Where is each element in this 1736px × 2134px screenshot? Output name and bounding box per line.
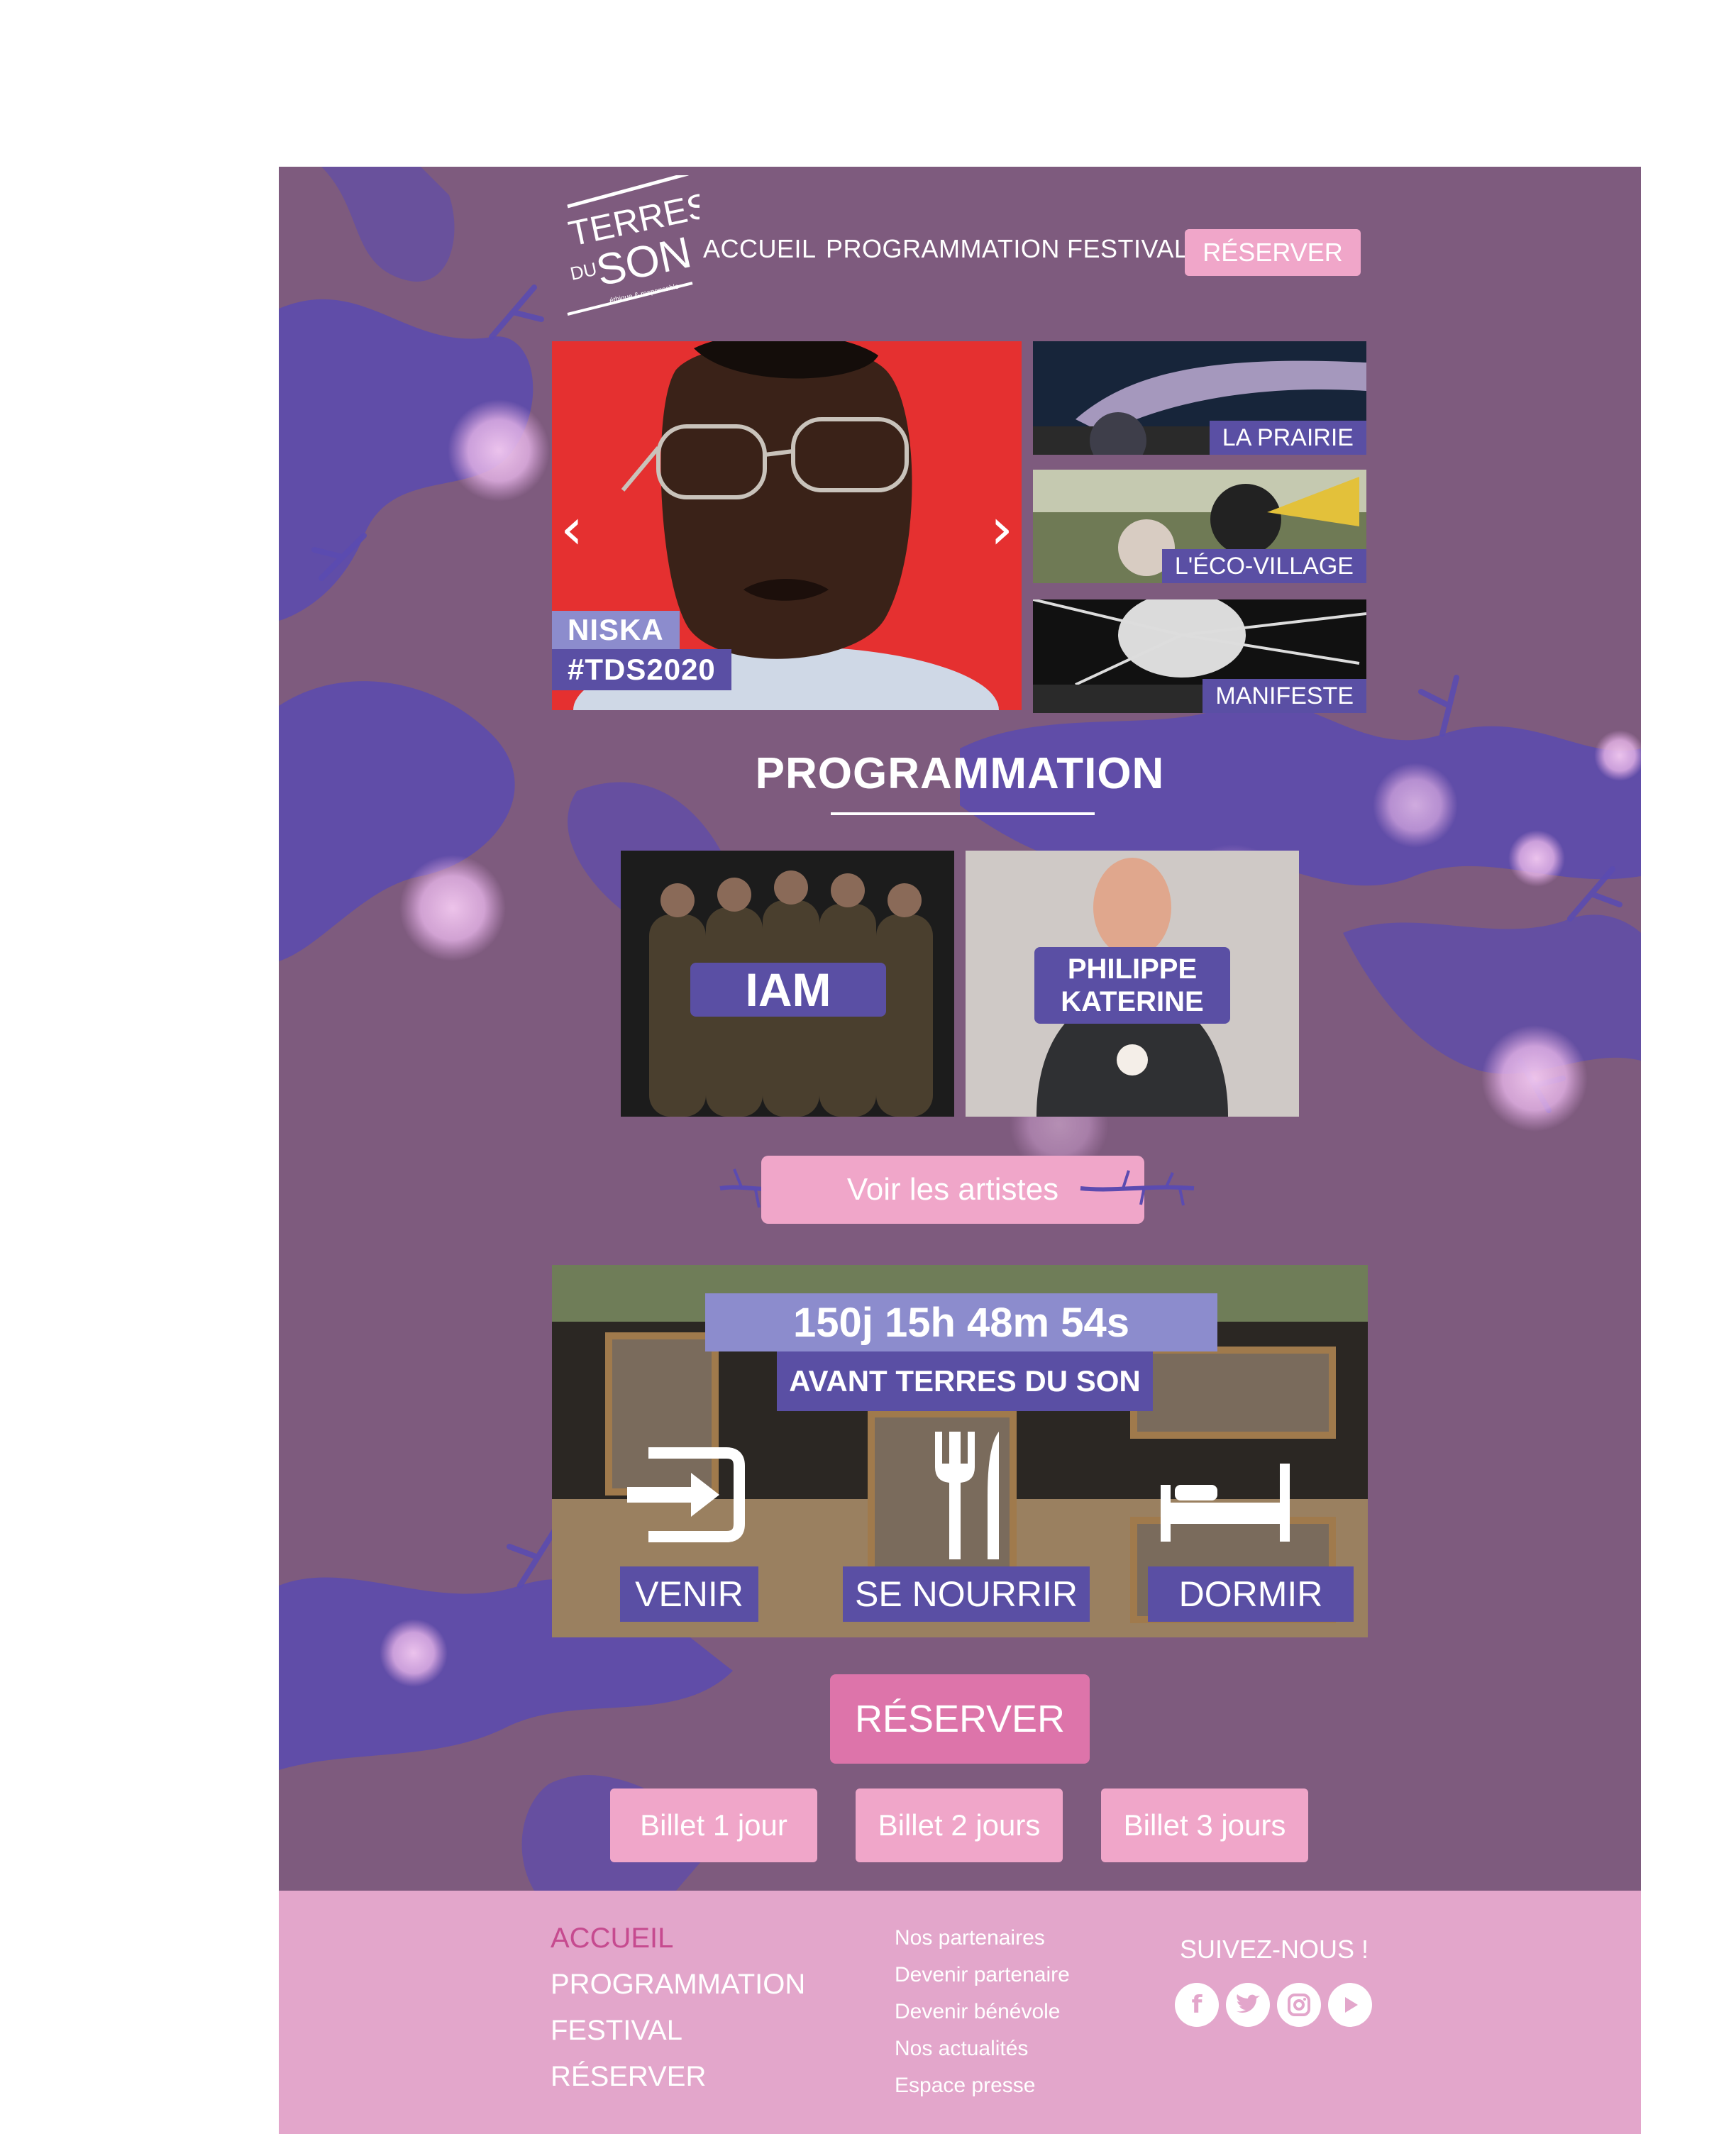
thumb-label: LA PRAIRIE [1209, 421, 1366, 455]
thumb-label: L'ÉCO-VILLAGE [1161, 549, 1366, 583]
enter-icon[interactable] [620, 1439, 752, 1551]
youtube-play-glyph [1345, 1997, 1358, 2013]
follow-us-label: SUIVEZ-NOUS ! [1180, 1935, 1369, 1964]
bed-icon[interactable] [1161, 1464, 1290, 1542]
se-nourrir-button[interactable]: SE NOURRIR [843, 1566, 1090, 1622]
chevron-left-icon[interactable]: ‹ [560, 501, 583, 558]
hero-hashtag: #TDS2020 [552, 649, 731, 690]
artist-name-line1: PHILIPPE [1067, 953, 1198, 985]
ticket-3-days-button[interactable]: Billet 3 jours [1101, 1789, 1308, 1862]
thumb-manifeste[interactable]: MANIFESTE [1033, 599, 1366, 713]
footer-link-devenir-benevole[interactable]: Devenir bénévole [895, 2000, 1060, 2024]
logo-graphic: TERRES DU SON éthique & responsable [565, 172, 714, 316]
youtube-icon[interactable] [1328, 1983, 1372, 2027]
ticket-2-days-button[interactable]: Billet 2 jours [856, 1789, 1063, 1862]
programmation-title: PROGRAMMATION [755, 749, 1165, 798]
twitter-bird-glyph [1237, 1994, 1260, 2013]
countdown-block: 150j 15h 48m 54s AVANT TERRES DU SON VEN… [552, 1265, 1368, 1637]
title-underline [831, 812, 1095, 815]
dormir-button[interactable]: DORMIR [1148, 1566, 1354, 1622]
footer-nav-programmation[interactable]: PROGRAMMATION [551, 1969, 805, 2001]
nav-accueil[interactable]: ACCUEIL [703, 234, 817, 264]
chevron-right-icon[interactable]: › [990, 501, 1013, 558]
instagram-icon[interactable] [1277, 1983, 1321, 2027]
page-frame: TERRES DU SON éthique & responsable ACCU… [279, 167, 1641, 2134]
nav-festival[interactable]: FESTIVAL [1067, 234, 1188, 264]
terres-du-son-logo[interactable]: TERRES DU SON éthique & responsable [558, 172, 714, 317]
artist-name-line2: KATERINE [1061, 986, 1204, 1017]
facebook-icon[interactable]: f [1175, 1983, 1219, 2027]
artist-name-philippe-katerine: PHILIPPE KATERINE [1034, 947, 1230, 1024]
fork-knife-icon[interactable] [928, 1432, 1013, 1559]
hero-artist-name: NISKA [552, 611, 680, 649]
footer-link-espace-presse[interactable]: Espace presse [895, 2074, 1035, 2098]
countdown-subtitle: AVANT TERRES DU SON [777, 1351, 1153, 1411]
countdown-timer: 150j 15h 48m 54s [705, 1293, 1217, 1351]
hero-slider[interactable]: ‹ › NISKA #TDS2020 [552, 341, 1022, 710]
footer: ACCUEIL PROGRAMMATION FESTIVAL RÉSERVER … [279, 1891, 1641, 2134]
artist-card-philippe-katerine[interactable]: PHILIPPE KATERINE [966, 851, 1299, 1117]
reserve-button-main[interactable]: RÉSERVER [830, 1674, 1090, 1764]
venir-button[interactable]: VENIR [620, 1566, 758, 1622]
reserve-button-header[interactable]: RÉSERVER [1185, 229, 1361, 276]
footer-link-devenir-partenaire[interactable]: Devenir partenaire [895, 1963, 1070, 1987]
artist-name-iam: IAM [690, 963, 886, 1017]
instagram-glyph [1288, 1994, 1310, 2016]
footer-nav-accueil[interactable]: ACCUEIL [551, 1923, 673, 1955]
thumb-eco-village[interactable]: L'ÉCO-VILLAGE [1033, 470, 1366, 583]
artist-card-iam[interactable]: IAM [621, 851, 954, 1117]
footer-nav-reserver[interactable]: RÉSERVER [551, 2061, 706, 2093]
thumb-label: MANIFESTE [1203, 679, 1366, 713]
footer-link-actualites[interactable]: Nos actualités [895, 2037, 1028, 2061]
footer-link-partenaires[interactable]: Nos partenaires [895, 1926, 1045, 1950]
ticket-1-day-button[interactable]: Billet 1 jour [610, 1789, 817, 1862]
footer-nav-festival[interactable]: FESTIVAL [551, 2015, 682, 2047]
logo-line2: DU [568, 258, 599, 284]
thumb-la-prairie[interactable]: LA PRAIRIE [1033, 341, 1366, 455]
twitter-icon[interactable] [1226, 1983, 1270, 2027]
nav-programmation[interactable]: PROGRAMMATION [826, 234, 1060, 264]
branch-decoration-right [1080, 1170, 1195, 1206]
